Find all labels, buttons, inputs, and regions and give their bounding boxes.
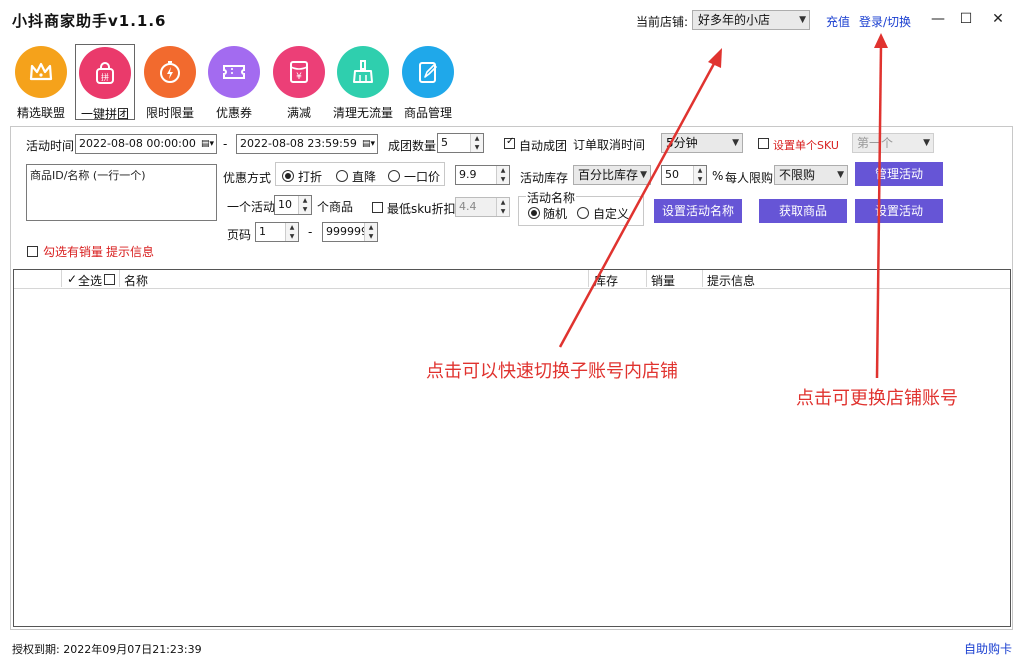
arrow-head: [874, 33, 888, 48]
arrow-to-login-link: [875, 44, 883, 379]
self-service-card-link[interactable]: 自助购卡: [964, 640, 1012, 657]
arrow-to-store-select: [558, 59, 718, 348]
license-expiry: 授权到期: 2022年09月07日21:23:39: [12, 643, 202, 656]
arrow-head: [708, 48, 722, 68]
annotation-switch-store: 点击可以快速切换子账号内店铺: [426, 361, 678, 382]
annotation-arrows: [558, 33, 888, 379]
annotation-change-account: 点击可更换店铺账号: [796, 388, 958, 409]
